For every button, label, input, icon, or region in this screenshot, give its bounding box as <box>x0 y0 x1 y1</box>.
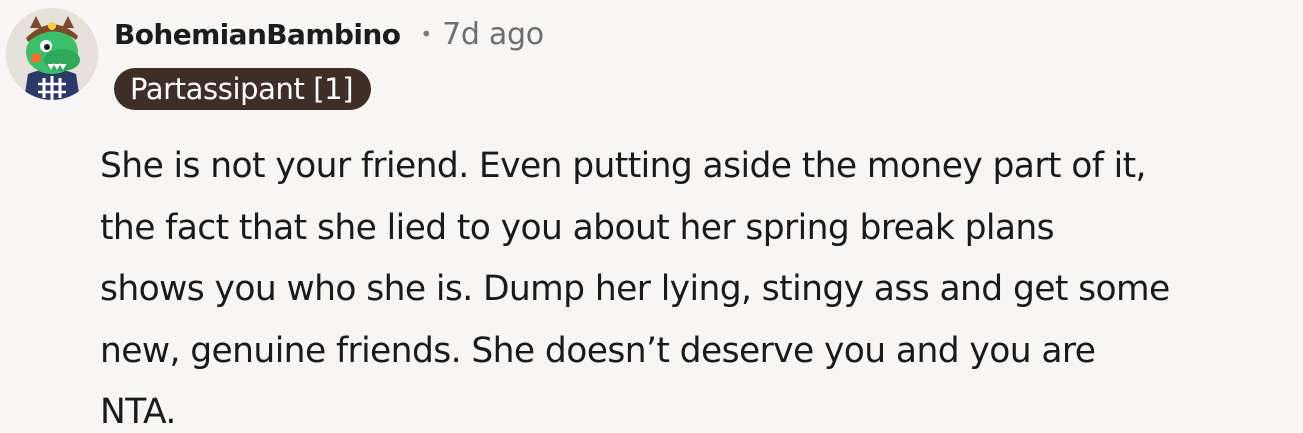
avatar[interactable] <box>6 8 98 100</box>
comment-body-line: shows you who she is. Dump her lying, st… <box>100 269 1170 309</box>
comment-body-line: NTA. <box>100 392 176 432</box>
meta-separator: • <box>420 22 433 46</box>
comment-body: She is not your friend. Even putting asi… <box>100 136 1295 433</box>
comment-body-line: new, genuine friends. She doesn’t deserv… <box>100 330 1096 371</box>
comment-header: BohemianBambino • 7d ago <box>114 10 544 58</box>
comment-body-line: the fact that she lied to you about her … <box>100 207 1055 248</box>
timestamp-link[interactable]: 7d ago <box>442 17 544 52</box>
comment-body-line: She is not your friend. Even putting asi… <box>100 146 1147 186</box>
username-link[interactable]: BohemianBambino <box>114 18 401 51</box>
avatar-icon <box>6 8 98 100</box>
comment: BohemianBambino • 7d ago Partassipant [1… <box>0 0 1303 433</box>
user-flair: Partassipant [1] <box>114 68 372 110</box>
